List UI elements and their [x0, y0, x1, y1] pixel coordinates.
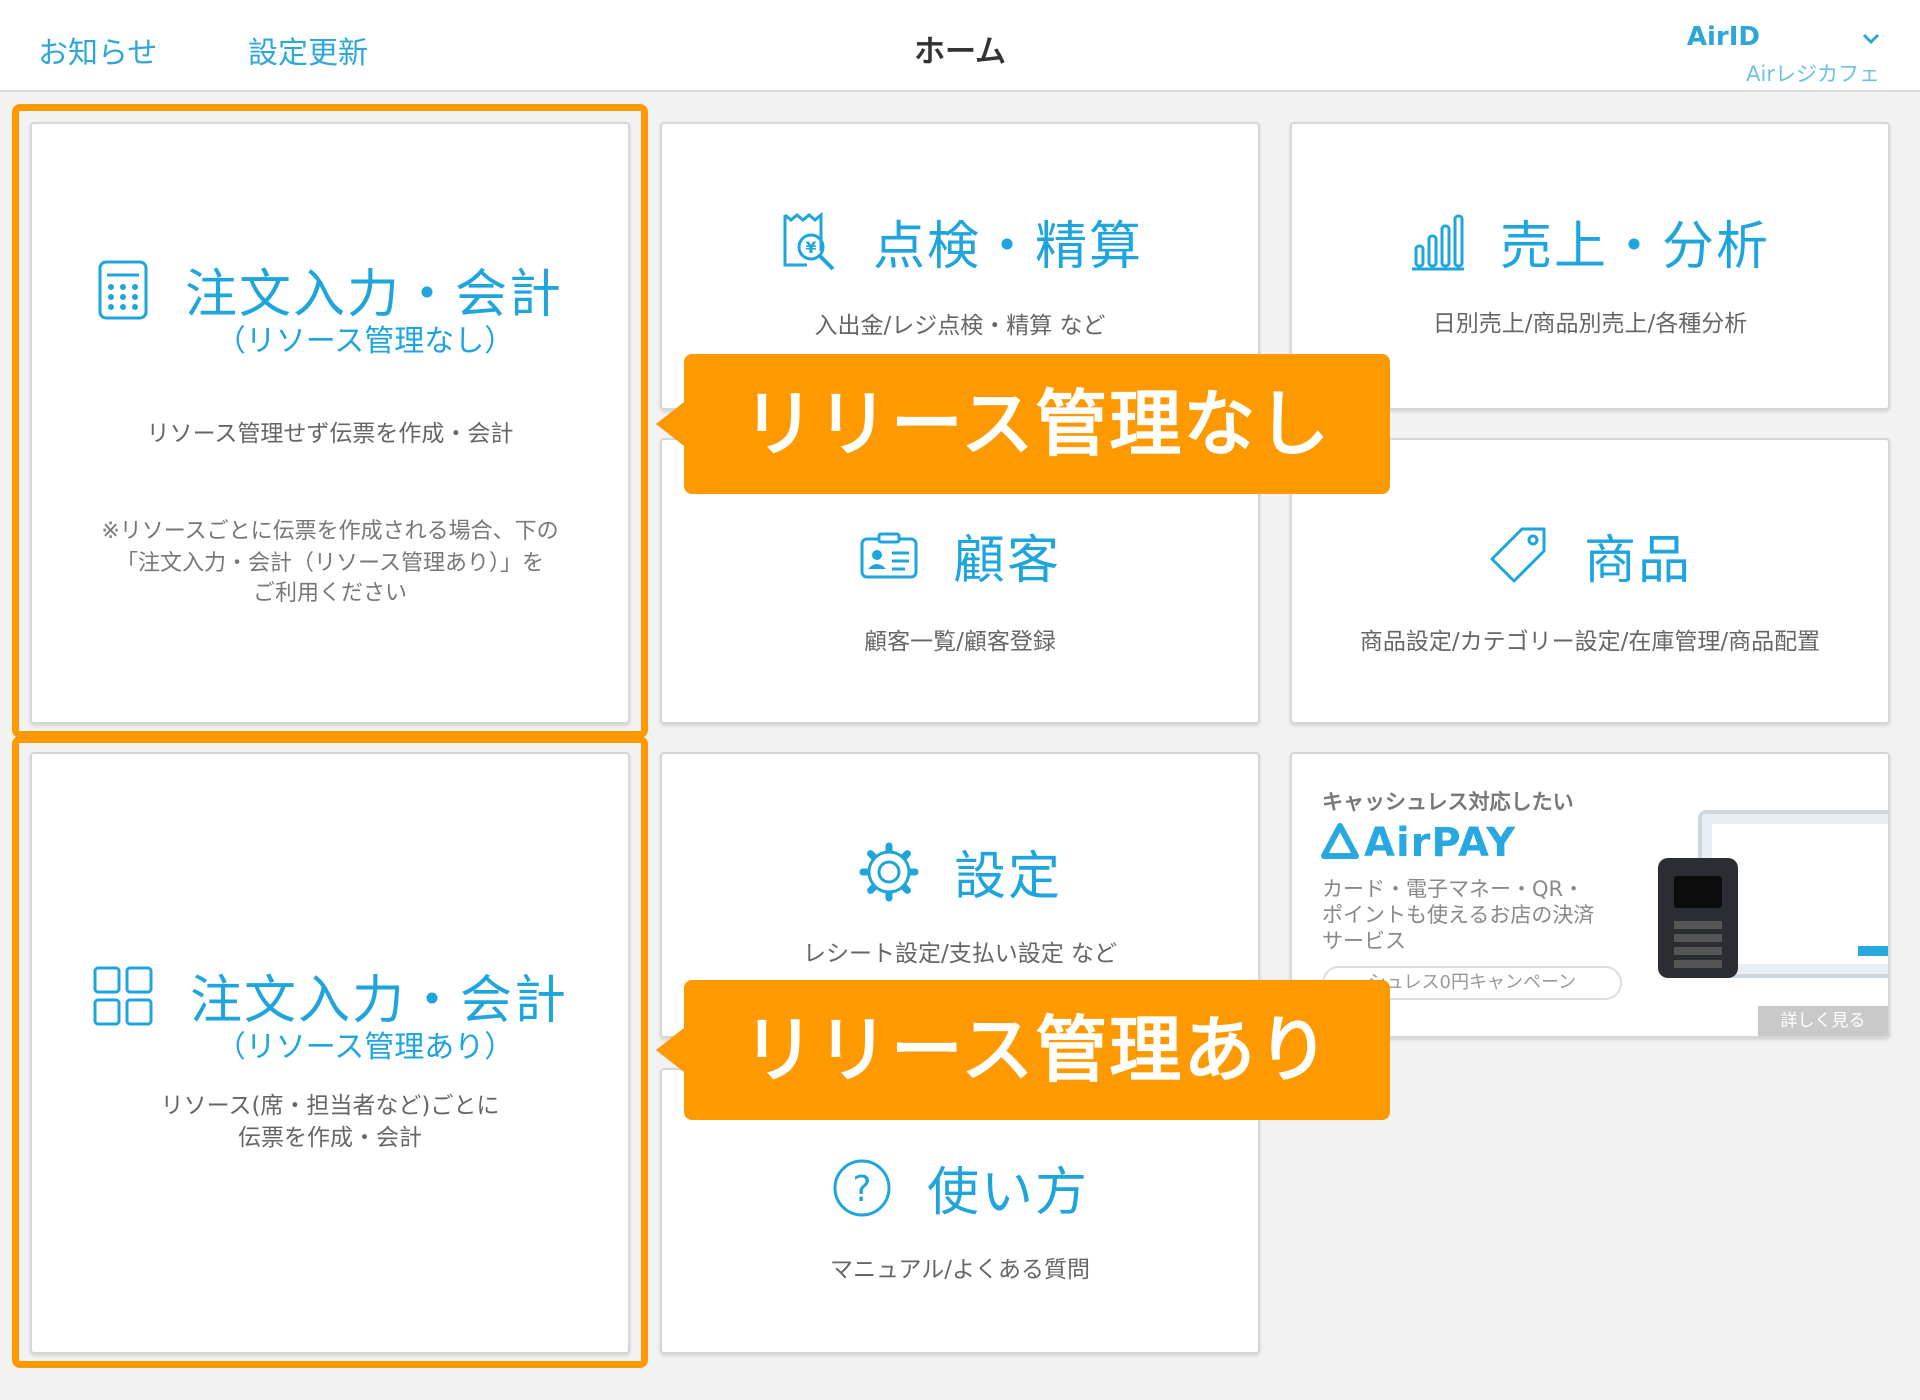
ad-lead: キャッシュレス対応したい — [1322, 790, 1574, 814]
id-card-icon — [859, 531, 919, 581]
tile-description: 商品設定/カテゴリー設定/在庫管理/商品配置 — [1359, 629, 1821, 655]
tile-title: 設定 — [953, 847, 1062, 907]
grid-icon — [92, 965, 154, 1027]
calculator-icon — [97, 259, 149, 321]
top-bar: お知らせ 設定更新 ホーム AirID Airレジカフェ — [0, 0, 1920, 92]
tile-note-line1: ※リソースごとに伝票を作成される場合、下の — [101, 519, 559, 544]
callout-no-resource: リリース管理なし — [656, 354, 1390, 494]
ad-description: カード・電子マネー・QR・ ポイントも使えるお店の決済 サービス — [1322, 876, 1652, 954]
svg-text:?: ? — [852, 1169, 871, 1210]
gear-icon — [858, 841, 920, 903]
store-name: Airレジカフェ — [1746, 62, 1880, 86]
tile-title: 商品 — [1583, 531, 1692, 591]
tile-description: 入出金/レジ点検・精算 など — [814, 313, 1106, 339]
bar-chart-icon — [1410, 212, 1466, 272]
tile-title: 使い方 — [926, 1163, 1089, 1223]
callout-resource: リリース管理あり — [656, 980, 1390, 1120]
tile-description: リソース管理せず伝票を作成・会計 — [146, 421, 514, 447]
card-reader-illustration — [1658, 858, 1738, 978]
tile-description: レシート設定/支払い設定 など — [802, 941, 1118, 967]
airpay-logo: AirPAY — [1320, 820, 1516, 866]
tile-title: 売上・分析 — [1499, 217, 1770, 277]
airpay-logo-text: AirPAY — [1364, 820, 1517, 866]
airpay-logo-icon — [1321, 823, 1359, 859]
order-entry-resource-tile[interactable]: 注文入力・会計 （リソース管理あり） リソース(席・担当者など)ごとに 伝票を作… — [30, 752, 630, 1354]
chevron-down-icon[interactable] — [1860, 28, 1882, 50]
tile-subtitle: （リソース管理なし） — [215, 324, 515, 359]
tile-description: マニュアル/よくある質問 — [829, 1257, 1091, 1283]
tile-subtitle: （リソース管理あり） — [215, 1030, 515, 1065]
question-circle-icon: ? — [831, 1157, 893, 1219]
tile-description: 顧客一覧/顧客登録 — [864, 629, 1056, 655]
svg-text:¥: ¥ — [805, 238, 816, 257]
tag-icon — [1488, 525, 1550, 587]
page-title: ホーム — [913, 34, 1007, 70]
receipt-search-icon: ¥ — [777, 211, 839, 273]
account-button[interactable]: AirID — [1687, 22, 1760, 52]
order-entry-no-resource-tile[interactable]: 注文入力・会計 （リソース管理なし） リソース管理せず伝票を作成・会計 ※リソー… — [30, 122, 630, 724]
see-more-button[interactable]: 詳しく見る — [1758, 1006, 1888, 1036]
tile-description-line1: リソース(席・担当者など)ごとに — [160, 1093, 500, 1119]
tile-title: 顧客 — [952, 531, 1061, 591]
tile-description: 日別売上/商品別売上/各種分析 — [1432, 311, 1748, 337]
tile-title: 点検・精算 — [872, 217, 1143, 277]
tile-description-line2: 伝票を作成・会計 — [238, 1125, 422, 1151]
ad-desc-line3: サービス — [1322, 929, 1406, 953]
tile-note-line3: ご利用ください — [252, 581, 407, 606]
tile-note-line2: 「注文入力・会計（リソース管理あり）」を — [116, 551, 544, 576]
ad-desc-line1: カード・電子マネー・QR・ — [1322, 877, 1585, 901]
ad-desc-line2: ポイントも使えるお店の決済 — [1322, 903, 1595, 927]
